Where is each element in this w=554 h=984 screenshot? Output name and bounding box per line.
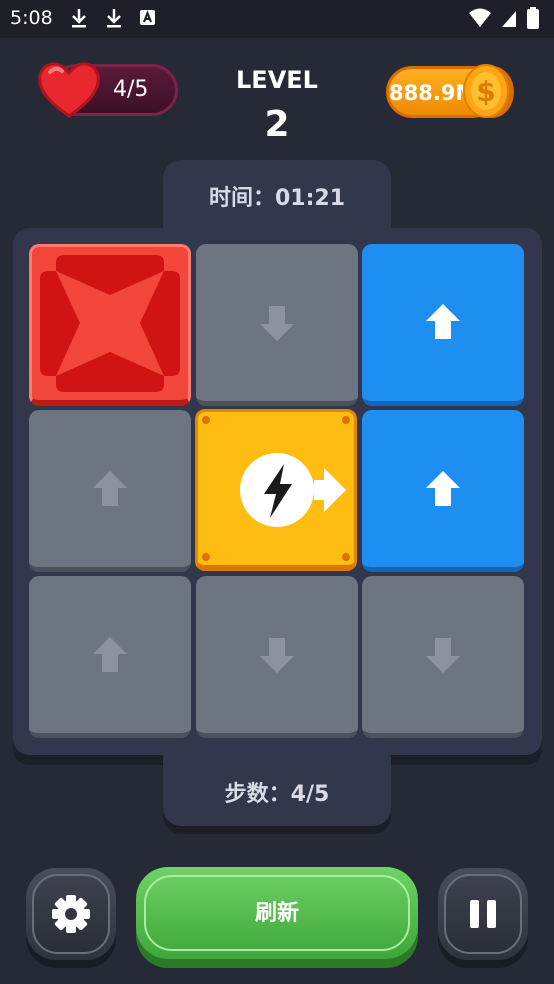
pause-icon: [470, 900, 496, 928]
game-board: [13, 228, 542, 755]
steps-text: 步数：4/5: [224, 782, 330, 807]
tile-red-cross[interactable]: [29, 244, 191, 406]
svg-text:$: $: [476, 75, 495, 108]
tile-gray-arrow-up[interactable]: [29, 410, 191, 572]
lightning-bolt-icon: [240, 453, 346, 527]
settings-button[interactable]: [26, 868, 116, 960]
arrow-down-icon: [426, 638, 460, 673]
status-bar: 5:08: [0, 0, 554, 38]
arrow-down-icon: [260, 306, 294, 341]
wifi-icon: [469, 8, 491, 27]
arrow-up-icon: [93, 637, 127, 672]
refresh-label: 刷新: [254, 901, 299, 926]
download-icon: [72, 9, 86, 28]
status-time: 5:08: [10, 7, 53, 29]
pause-button-face: [444, 874, 522, 954]
tile-gray-arrow-down[interactable]: [196, 576, 358, 738]
arrow-up-icon: [93, 471, 127, 506]
refresh-button[interactable]: 刷新: [136, 867, 418, 959]
tile-yellow-bolt[interactable]: [195, 409, 357, 571]
battery-icon: [527, 7, 539, 29]
gear-icon: [52, 895, 90, 933]
steps-panel: 步数：4/5: [163, 740, 391, 826]
pause-button[interactable]: [438, 868, 528, 960]
arrow-up-icon: [426, 304, 460, 339]
timer-text: 时间：01:21: [208, 186, 346, 211]
download-icon: [107, 9, 121, 28]
arrow-up-icon: [426, 471, 460, 506]
tile-gray-arrow-down[interactable]: [196, 244, 358, 406]
signal-icon: [502, 11, 516, 27]
tile-gray-arrow-down[interactable]: [362, 576, 524, 738]
arrow-down-icon: [260, 638, 294, 673]
cross-icon: [40, 255, 180, 392]
coin-icon: $: [463, 64, 514, 118]
tile-blue-arrow-up[interactable]: [362, 244, 524, 406]
status-right-icons: [468, 6, 540, 30]
tile-blue-arrow-up[interactable]: [362, 410, 524, 572]
app-notification-icon: [140, 10, 155, 25]
settings-button-face: [32, 874, 110, 954]
tile-gray-arrow-up[interactable]: [29, 576, 191, 738]
